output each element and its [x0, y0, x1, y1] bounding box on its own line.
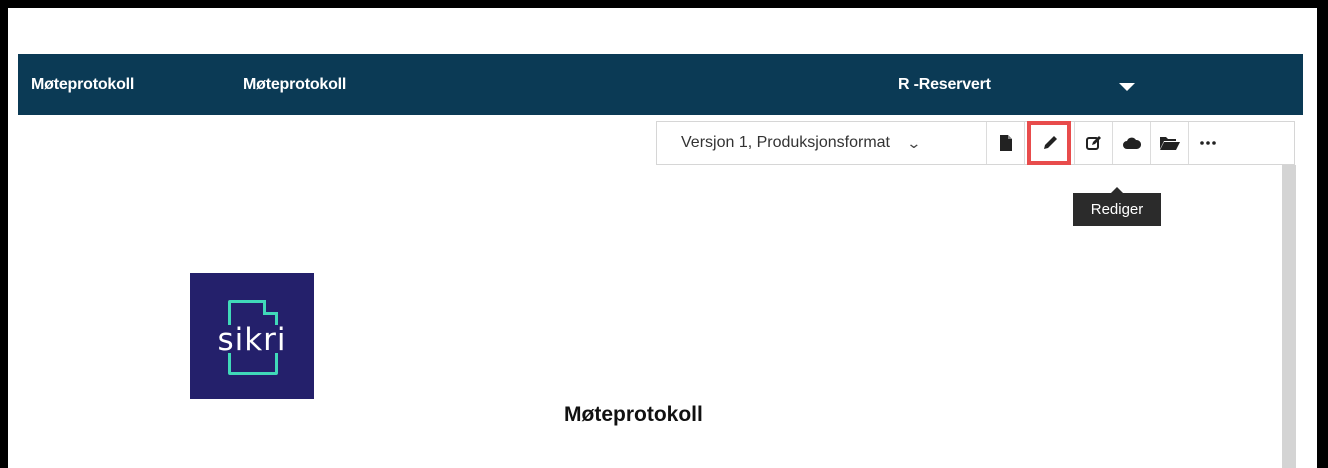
file-icon [999, 135, 1012, 151]
more-button[interactable] [1189, 122, 1227, 164]
version-select-value: Versjon 1, Produksjonsformat [681, 134, 890, 151]
version-select[interactable]: Versjon 1, Produksjonsformat ⌄ [657, 122, 987, 164]
view-document-button[interactable] [987, 122, 1025, 164]
pencil-icon [1043, 136, 1057, 149]
header-type: Møteprotokoll [31, 76, 135, 93]
cloud-button[interactable] [1113, 122, 1151, 164]
cloud-icon [1122, 137, 1141, 149]
chevron-down-icon[interactable] [1119, 83, 1135, 91]
app-frame: Møteprotokoll Møteprotokoll R -Reservert… [8, 8, 1317, 468]
folder-open-icon [1159, 137, 1180, 150]
open-folder-button[interactable] [1151, 122, 1189, 164]
header-access-code: R -Reservert [898, 76, 991, 93]
header-title: Møteprotokoll [243, 76, 347, 93]
sikri-logo: sikri [190, 273, 314, 399]
edit-metadata-button[interactable] [1075, 122, 1113, 164]
document-toolbar: Versjon 1, Produksjonsformat ⌄ [656, 121, 1295, 165]
scrollbar[interactable] [1282, 165, 1296, 468]
logo-fold [263, 300, 278, 315]
document-header: Møteprotokoll Møteprotokoll R -Reservert [18, 54, 1303, 115]
edit-button[interactable] [1025, 121, 1075, 165]
logo-text: sikri [217, 322, 287, 358]
document-title: Møteprotokoll [564, 403, 703, 426]
more-icon [1200, 141, 1216, 145]
edit-tooltip: Rediger [1073, 187, 1161, 226]
chevron-down-icon: ⌄ [906, 134, 922, 151]
edit-box-icon [1085, 136, 1101, 150]
